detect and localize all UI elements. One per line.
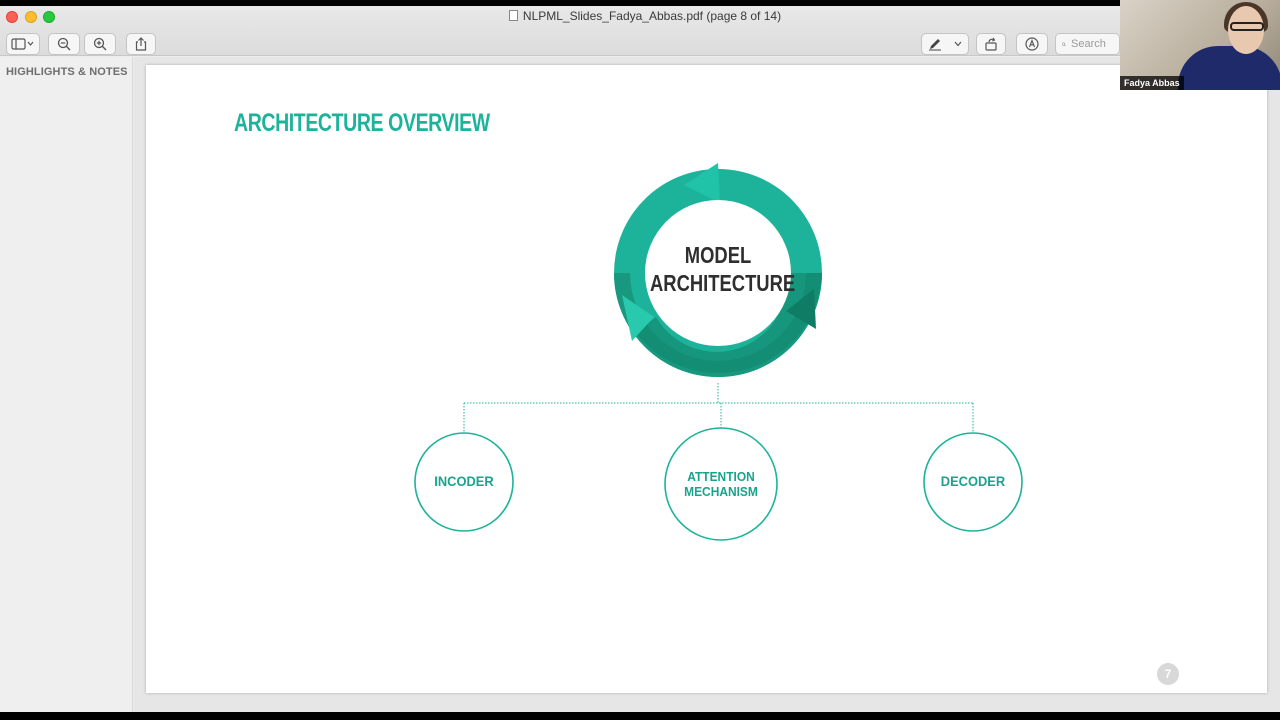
node-label-line: ATTENTION (687, 469, 755, 484)
search-icon (1062, 42, 1066, 46)
decoder-node-label: DECODER (927, 474, 1019, 489)
participant-body (1178, 46, 1280, 90)
node-label-line: DECODER (940, 473, 1006, 489)
pdf-page[interactable]: ARCHITECTURE OVERVIEW MODEL ARCHITECTURE… (146, 65, 1267, 693)
cycle-center-label: MODEL ARCHITECTURE (650, 241, 796, 297)
participant-glasses (1230, 22, 1264, 31)
share-button[interactable] (126, 33, 156, 55)
rotate-icon (985, 37, 997, 51)
markup-pen-button[interactable] (921, 33, 969, 55)
sidebar-toggle-button[interactable] (6, 33, 40, 55)
attention-node-label: ATTENTION MECHANISM (666, 469, 776, 499)
document-viewer[interactable]: ARCHITECTURE OVERVIEW MODEL ARCHITECTURE… (134, 57, 1280, 712)
node-label-line: INCODER (434, 473, 494, 489)
annotate-icon (1025, 37, 1039, 51)
slide-page-number: 7 (1157, 663, 1179, 685)
webcam-overlay: Fadya Abbas (1120, 0, 1280, 90)
search-input[interactable] (1071, 38, 1119, 50)
zoom-out-button[interactable] (48, 33, 80, 55)
node-label-line: MECHANISM (684, 484, 758, 499)
sidebar-title: HIGHLIGHTS & NOTES (6, 66, 128, 78)
connector-lines (463, 383, 974, 433)
markup-pen-icon (929, 39, 941, 51)
window-title: NLPML_Slides_Fadya_Abbas.pdf (page 8 of … (0, 9, 1280, 23)
sidebar-toggle-icon (11, 38, 34, 50)
cycle-center-line2: ARCHITECTURE (650, 270, 796, 296)
sidebar: HIGHLIGHTS & NOTES (0, 57, 133, 712)
title-bar: NLPML_Slides_Fadya_Abbas.pdf (page 8 of … (0, 6, 1280, 56)
cycle-center-line1: MODEL (684, 242, 752, 268)
chevron-down-icon (954, 41, 962, 47)
incoder-node-label: INCODER (418, 474, 510, 489)
architecture-diagram (414, 163, 1023, 541)
document-icon (508, 10, 518, 21)
annotate-button[interactable] (1016, 33, 1048, 55)
search-field[interactable] (1055, 33, 1120, 55)
zoom-in-button[interactable] (84, 33, 116, 55)
zoom-out-icon (57, 37, 71, 51)
participant-name: Fadya Abbas (1120, 76, 1184, 90)
rotate-button[interactable] (976, 33, 1006, 55)
zoom-in-icon (93, 37, 107, 51)
window-title-text: NLPML_Slides_Fadya_Abbas.pdf (page 8 of … (522, 9, 782, 23)
share-icon (135, 37, 147, 51)
preview-window: NLPML_Slides_Fadya_Abbas.pdf (page 8 of … (0, 6, 1280, 712)
